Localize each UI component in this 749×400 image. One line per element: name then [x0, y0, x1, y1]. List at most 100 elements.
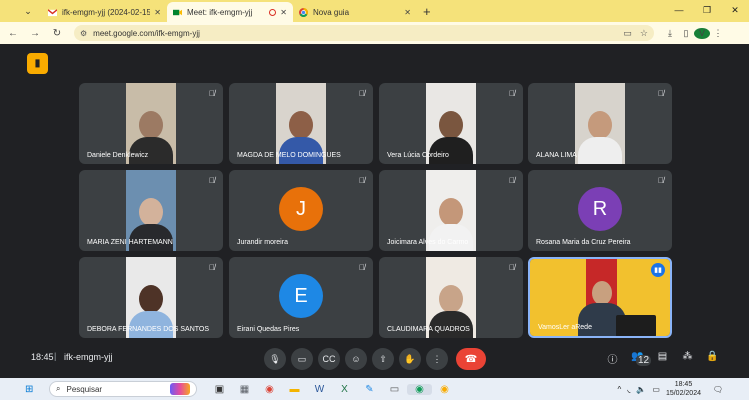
- forward-icon[interactable]: →: [26, 28, 44, 39]
- volume-icon[interactable]: 🔈: [636, 385, 646, 394]
- minimize-icon[interactable]: —: [665, 0, 693, 20]
- participant-tile[interactable]: 🎙̸ CLAUDIMARA QUADROS: [379, 257, 523, 338]
- participant-tile[interactable]: E 🎙̸ Eirani Quedas Pires: [229, 257, 373, 338]
- network-icon[interactable]: ◟: [627, 385, 630, 394]
- participant-name: Jurandir moreira: [237, 239, 288, 246]
- more-options-button[interactable]: ⋮: [426, 348, 448, 370]
- participant-tile[interactable]: 🎙̸ Joicimara Alves do Carmo: [379, 170, 523, 251]
- calculator-icon[interactable]: ▦: [232, 384, 257, 395]
- raise-hand-button[interactable]: ✋: [399, 348, 421, 370]
- tray-clock[interactable]: 18:45 15/02/2024: [666, 380, 701, 398]
- meet-host-logo-icon: ▮: [27, 53, 48, 74]
- task-view-icon[interactable]: ▣: [207, 384, 232, 395]
- address-bar[interactable]: ⚙ meet.google.com/ifk-emgm-yjj ▭ ☆: [74, 25, 654, 41]
- tray-overflow-icon[interactable]: ^: [618, 385, 622, 394]
- meet-control-bar: 18:45 | ifk-emgm-yjj 🎙 ▭ CC ☺ ⇧ ✋ ⋮ ☎ ⓘ …: [0, 344, 749, 374]
- camera-button[interactable]: ▭: [291, 348, 313, 370]
- bookmark-star-icon[interactable]: ☆: [640, 28, 648, 39]
- windows-start-icon[interactable]: ⊞: [25, 384, 39, 395]
- people-icon[interactable]: 👥12: [625, 351, 652, 373]
- muted-mic-icon: 🎙̸: [658, 89, 664, 98]
- participant-name: MAGDA DE MELO DOMINGUES: [237, 152, 341, 159]
- leave-call-button[interactable]: ☎: [456, 348, 486, 370]
- people-count-badge: 12: [635, 355, 652, 366]
- download-icon[interactable]: ⤓: [662, 28, 678, 39]
- tray-date: 15/02/2024: [665, 390, 701, 397]
- muted-mic-icon: 🎙̸: [658, 176, 664, 185]
- profile-avatar[interactable]: V: [694, 27, 710, 39]
- close-window-icon[interactable]: ✕: [721, 0, 749, 20]
- participant-tile[interactable]: R 🎙̸ Rosana Maria da Cruz Pereira: [528, 170, 672, 251]
- back-icon[interactable]: ←: [4, 28, 22, 39]
- tray-time: 18:45: [674, 381, 693, 388]
- participant-name: ALANA LIMA: [536, 152, 577, 159]
- chrome-icon[interactable]: ◉: [257, 384, 282, 395]
- close-tab-icon[interactable]: ✕: [280, 8, 287, 17]
- participant-name: Daniele Denklewicz: [87, 152, 149, 159]
- side-controls: ⓘ 👥12 ▤ ⁂ 🔒: [600, 351, 725, 373]
- chrome-canary-icon[interactable]: ◉: [432, 384, 457, 395]
- call-controls: 🎙 ▭ CC ☺ ⇧ ✋ ⋮ ☎: [264, 348, 486, 370]
- close-tab-icon[interactable]: ✕: [154, 8, 161, 17]
- participant-tile[interactable]: 🎙̸ MARIA ZENI HARTEMANN: [79, 170, 223, 251]
- tab-search-chevron-icon[interactable]: ⌄: [20, 3, 36, 19]
- muted-mic-icon: 🎙̸: [509, 176, 515, 185]
- paint-icon[interactable]: ✎: [357, 384, 382, 395]
- window-controls: — ❐ ✕: [665, 0, 749, 20]
- tab-new[interactable]: Nova guia ✕: [293, 2, 417, 22]
- side-panel-icon[interactable]: ▯: [678, 28, 694, 39]
- search-icon: ⌕: [56, 384, 61, 393]
- muted-mic-icon: 🎙̸: [209, 176, 215, 185]
- maximize-icon[interactable]: ❐: [693, 0, 721, 20]
- captions-button[interactable]: CC: [318, 348, 340, 370]
- participant-tile[interactable]: 🎙̸ ALANA LIMA: [528, 83, 672, 164]
- muted-mic-icon: 🎙̸: [509, 263, 515, 272]
- participant-name: MARIA ZENI HARTEMANN: [87, 239, 173, 246]
- participant-tile[interactable]: 🎙̸ MAGDA DE MELO DOMINGUES: [229, 83, 373, 164]
- photos-icon[interactable]: ▭: [382, 384, 407, 395]
- meet-icon: [173, 9, 182, 15]
- participant-tile[interactable]: 🎙̸ Vera Lúcia Cordeiro: [379, 83, 523, 164]
- notifications-icon[interactable]: 🗨: [711, 382, 725, 396]
- taskbar-search[interactable]: ⌕ Pesquisar: [49, 381, 197, 397]
- host-controls-icon[interactable]: 🔒: [700, 351, 725, 373]
- activities-icon[interactable]: ⁂: [675, 351, 700, 373]
- word-icon[interactable]: W: [307, 384, 332, 395]
- tab-title: ifk-emgm-yjj (2024-02-15 20:4: [62, 7, 151, 17]
- tab-recording[interactable]: ifk-emgm-yjj (2024-02-15 20:4 ✕: [42, 2, 167, 22]
- speaking-indicator-icon: ▮▮: [651, 263, 665, 277]
- participant-name: Rosana Maria da Cruz Pereira: [536, 239, 631, 246]
- meeting-time: 18:45: [31, 352, 54, 362]
- microphone-button[interactable]: 🎙: [264, 348, 286, 370]
- participant-tile[interactable]: 🎙̸ Daniele Denklewicz: [79, 83, 223, 164]
- system-tray: ^ ◟ 🔈 ▭ 18:45 15/02/2024 🗨: [618, 380, 749, 398]
- new-tab-icon[interactable]: +: [423, 4, 431, 19]
- chrome-active-icon[interactable]: ◉: [407, 383, 432, 395]
- excel-icon[interactable]: X: [332, 384, 357, 395]
- gmail-icon: [48, 8, 57, 16]
- participant-tile[interactable]: ▮▮ VamosLer aRede: [528, 257, 672, 338]
- file-explorer-icon[interactable]: ▬: [282, 384, 307, 395]
- battery-icon[interactable]: ▭: [652, 385, 660, 394]
- site-info-icon[interactable]: ⚙: [80, 29, 87, 38]
- participant-name: VamosLer aRede: [538, 324, 592, 331]
- search-placeholder: Pesquisar: [66, 384, 103, 394]
- copilot-icon[interactable]: [170, 383, 190, 395]
- muted-mic-icon: 🎙̸: [359, 176, 365, 185]
- menu-icon[interactable]: ⋮: [710, 28, 726, 39]
- camera-permission-icon[interactable]: ▭: [623, 28, 632, 39]
- url-text: meet.google.com/ifk-emgm-yjj: [93, 28, 200, 38]
- participant-tile[interactable]: 🎙̸ DEBORA FERNANDES DOS SANTOS: [79, 257, 223, 338]
- reload-icon[interactable]: ↻: [48, 28, 66, 39]
- pinned-apps: ▣ ▦ ◉ ▬ W X ✎ ▭ ◉ ◉: [207, 383, 457, 395]
- participant-name: Joicimara Alves do Carmo: [387, 239, 469, 246]
- muted-mic-icon: 🎙̸: [509, 89, 515, 98]
- meeting-info-icon[interactable]: ⓘ: [600, 351, 625, 373]
- close-tab-icon[interactable]: ✕: [404, 8, 411, 17]
- participant-tile[interactable]: J 🎙̸ Jurandir moreira: [229, 170, 373, 251]
- emoji-reaction-button[interactable]: ☺: [345, 348, 367, 370]
- present-screen-button[interactable]: ⇧: [372, 348, 394, 370]
- chat-icon[interactable]: ▤: [650, 351, 675, 373]
- tab-meet[interactable]: Meet: ifk-emgm-yjj ✕: [167, 2, 293, 22]
- tab-title: Meet: ifk-emgm-yjj: [187, 7, 253, 17]
